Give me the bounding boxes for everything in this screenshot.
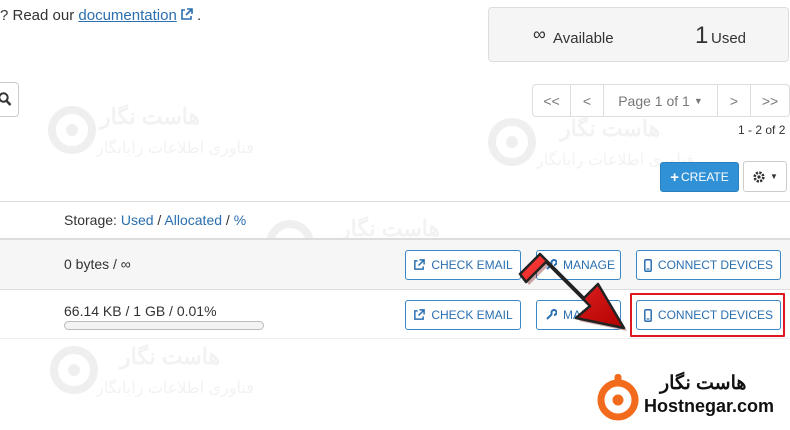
first-page-button[interactable]: << <box>532 84 571 117</box>
watermark-tagline: فناوری اطلاعات رایانگار <box>96 140 254 157</box>
storage-label: Storage: <box>64 212 121 228</box>
highlight-box <box>630 293 785 337</box>
search-button[interactable] <box>0 82 19 117</box>
sort-percent[interactable]: % <box>234 212 246 228</box>
watermark-text: هاست نگار <box>560 116 661 141</box>
email-stats-panel: ∞ Available 1 Used <box>488 7 789 62</box>
watermark-logo <box>48 106 96 154</box>
separator: / <box>153 212 165 228</box>
page-select[interactable]: Page 1 of 1 ▼ <box>603 84 718 117</box>
gear-icon <box>753 170 765 183</box>
external-link-icon <box>414 259 426 270</box>
used-count: 1 <box>695 22 709 49</box>
check-email-label: CHECK EMAIL <box>431 258 513 272</box>
watermark-tagline: فناوری اطلاعات رایانگار <box>96 380 254 397</box>
watermark-logo <box>50 346 98 394</box>
sort-allocated[interactable]: Allocated <box>164 212 222 228</box>
storage-usage: 0 bytes / ∞ <box>64 256 131 272</box>
table-row: 0 bytes / ∞ CHECK EMAIL MANAGE CONNECT D… <box>0 240 790 290</box>
logo-name-en: Hostnegar.com <box>644 396 775 416</box>
caret-down-icon: ▼ <box>693 95 703 106</box>
search-icon <box>0 92 12 106</box>
external-link-icon[interactable] <box>180 8 193 25</box>
prev-page-button[interactable]: < <box>570 84 604 117</box>
storage-progress-bar <box>64 321 264 330</box>
pagination: << < Page 1 of 1 ▼ > >> <box>532 84 790 117</box>
mobile-icon <box>643 258 652 272</box>
available-label: Available <box>553 30 614 47</box>
settings-dropdown[interactable]: ▼ <box>743 161 787 192</box>
available-symbol: ∞ <box>533 24 546 44</box>
connect-devices-button[interactable]: CONNECT DEVICES <box>636 250 781 280</box>
next-page-button[interactable]: > <box>717 84 751 117</box>
connect-devices-label: CONNECT DEVICES <box>657 258 774 272</box>
storage-column-header: Storage: Used / Allocated / % <box>64 212 246 228</box>
page-label: Page 1 of 1 <box>618 92 690 109</box>
create-label: CREATE <box>680 170 729 184</box>
table-header: Storage: Used / Allocated / % <box>0 201 790 240</box>
watermark-text: هاست نگار <box>120 344 221 369</box>
watermark-logo <box>488 118 536 166</box>
sort-used[interactable]: Used <box>121 212 154 228</box>
watermark-text: هاست نگار <box>100 104 201 129</box>
storage-usage: 66.14 KB / 1 GB / 0.01% <box>64 303 217 319</box>
help-prefix: ? Read our <box>0 7 79 24</box>
check-email-label: CHECK EMAIL <box>431 308 513 322</box>
hostnegar-logo-icon <box>597 374 639 421</box>
red-arrow-annotation <box>518 252 627 331</box>
create-button[interactable]: + CREATE <box>660 162 739 192</box>
external-link-icon <box>414 309 426 320</box>
separator: / <box>222 212 234 228</box>
used-label: Used <box>711 30 747 47</box>
check-email-button[interactable]: CHECK EMAIL <box>405 250 521 280</box>
check-email-button[interactable]: CHECK EMAIL <box>405 300 521 330</box>
last-page-button[interactable]: >> <box>750 84 790 117</box>
help-text: ? Read our documentation . <box>0 7 201 25</box>
results-range: 1 - 2 of 2 <box>738 123 786 137</box>
logo-name-fa: هاست نگار <box>660 373 747 394</box>
plus-icon: + <box>670 168 679 186</box>
documentation-link[interactable]: documentation <box>78 7 176 24</box>
help-suffix: . <box>192 7 202 24</box>
caret-down-icon: ▼ <box>770 172 778 181</box>
